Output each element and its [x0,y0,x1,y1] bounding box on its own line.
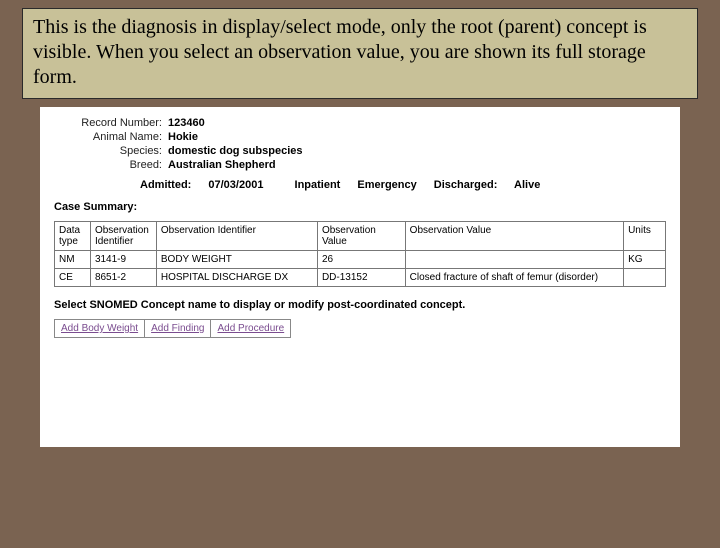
admitted-label: Admitted: [140,179,191,191]
meta-row-animal: Animal Name: Hokie [60,131,666,143]
add-body-weight-link[interactable]: Add Body Weight [61,323,138,334]
admitted-value: 07/03/2001 [208,179,263,191]
animal-name-value: Hokie [168,131,198,143]
action-row: Add Body Weight Add Finding Add Procedur… [54,319,291,338]
col-header-data-type: Data type [55,222,91,251]
post-coordination-instruction: Select SNOMED Concept name to display or… [54,299,666,311]
cell-obs-value[interactable]: DD-13152 [317,269,405,287]
meta-row-species: Species: domestic dog subspecies [60,145,666,157]
add-procedure-link[interactable]: Add Procedure [217,323,284,334]
action-cell: Add Finding [144,320,210,337]
discharged-pair: Discharged: Alive [434,179,555,191]
record-panel: Record Number: 123460 Animal Name: Hokie… [40,107,680,447]
cell-obs-id: 8651-2 [90,269,156,287]
cell-obs-value-name[interactable]: Closed fracture of shaft of femur (disor… [405,269,623,287]
action-cell: Add Body Weight [55,320,144,337]
caption-box: This is the diagnosis in display/select … [22,8,698,99]
cell-obs-id-name: HOSPITAL DISCHARGE DX [156,269,317,287]
species-label: Species: [60,145,168,157]
observations-table-body: NM 3141-9 BODY WEIGHT 26 KG CE 8651-2 HO… [55,251,666,287]
caption-text: This is the diagnosis in display/select … [33,16,647,88]
animal-name-label: Animal Name: [60,131,168,143]
meta-row-record: Record Number: 123460 [60,117,666,129]
discharged-value: Alive [514,179,540,191]
cell-obs-id-name: BODY WEIGHT [156,251,317,269]
emergency-flag: Emergency [357,179,416,191]
cell-obs-value-name[interactable] [405,251,623,269]
col-header-obs-value-name: Observation Value [405,222,623,251]
cell-units: KG [624,251,666,269]
col-header-obs-id-name: Observation Identifier [156,222,317,251]
cell-data-type: CE [55,269,91,287]
table-row[interactable]: NM 3141-9 BODY WEIGHT 26 KG [55,251,666,269]
breed-value: Australian Shepherd [168,159,276,171]
observations-table: Data type Observation Identifier Observa… [54,221,666,287]
species-value: domestic dog subspecies [168,145,302,157]
inpatient-flag: Inpatient [295,179,341,191]
table-row[interactable]: CE 8651-2 HOSPITAL DISCHARGE DX DD-13152… [55,269,666,287]
observations-table-head: Data type Observation Identifier Observa… [55,222,666,251]
cell-data-type: NM [55,251,91,269]
action-cell: Add Procedure [210,320,290,337]
record-meta: Record Number: 123460 Animal Name: Hokie… [60,117,666,171]
case-summary-heading: Case Summary: [54,201,666,213]
admission-line: Admitted: 07/03/2001 Inpatient Emergency… [140,179,666,191]
breed-label: Breed: [60,159,168,171]
col-header-units: Units [624,222,666,251]
cell-obs-id: 3141-9 [90,251,156,269]
cell-units [624,269,666,287]
col-header-obs-id: Observation Identifier [90,222,156,251]
meta-row-breed: Breed: Australian Shepherd [60,159,666,171]
add-finding-link[interactable]: Add Finding [151,323,204,334]
table-header-row: Data type Observation Identifier Observa… [55,222,666,251]
col-header-obs-value: Observation Value [317,222,405,251]
record-number-label: Record Number: [60,117,168,129]
cell-obs-value[interactable]: 26 [317,251,405,269]
discharged-label: Discharged: [434,179,498,191]
record-number-value: 123460 [168,117,205,129]
admitted-pair: Admitted: 07/03/2001 [140,179,281,191]
